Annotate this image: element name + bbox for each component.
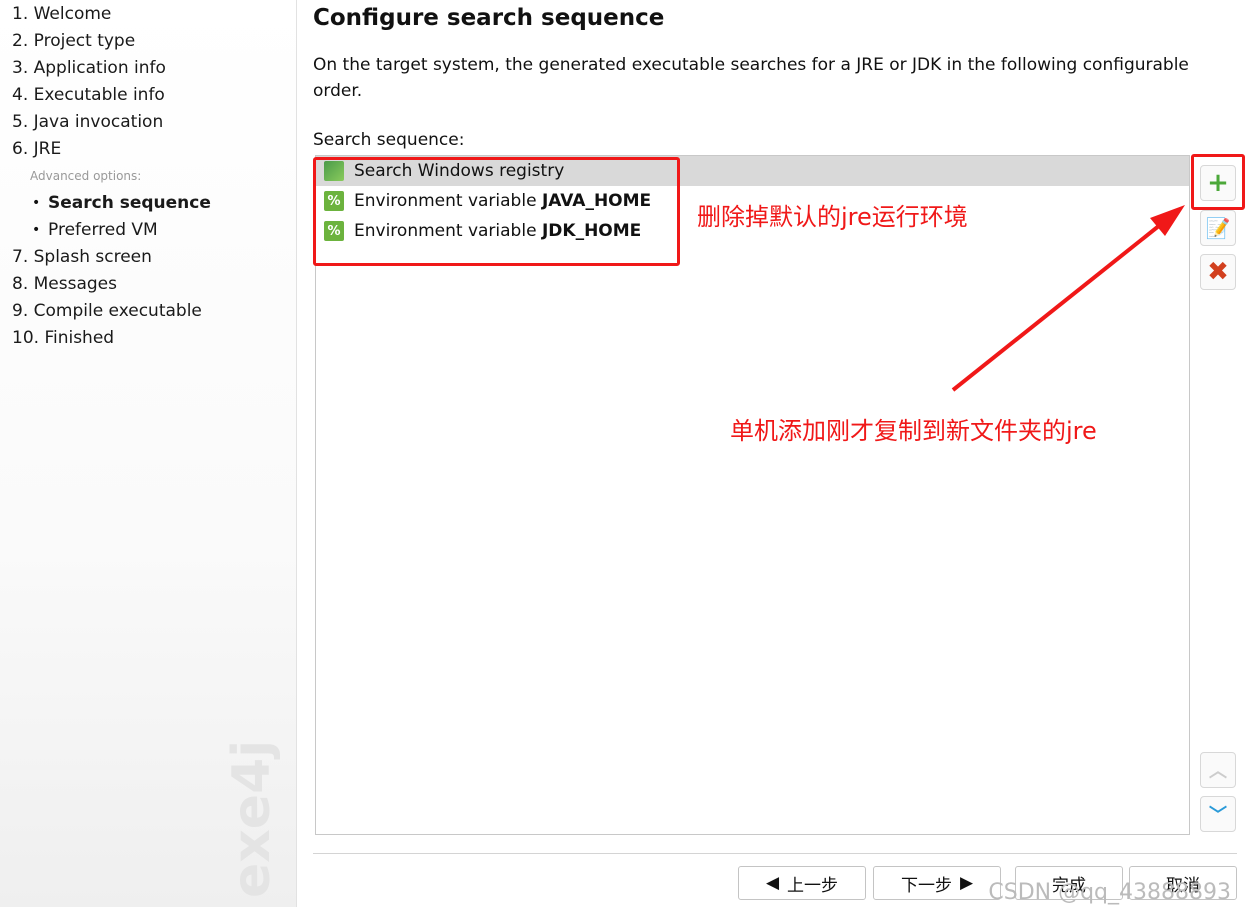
arrow-icon [951, 205, 1185, 392]
watermark: CSDN @qq_43888893 [988, 880, 1231, 905]
